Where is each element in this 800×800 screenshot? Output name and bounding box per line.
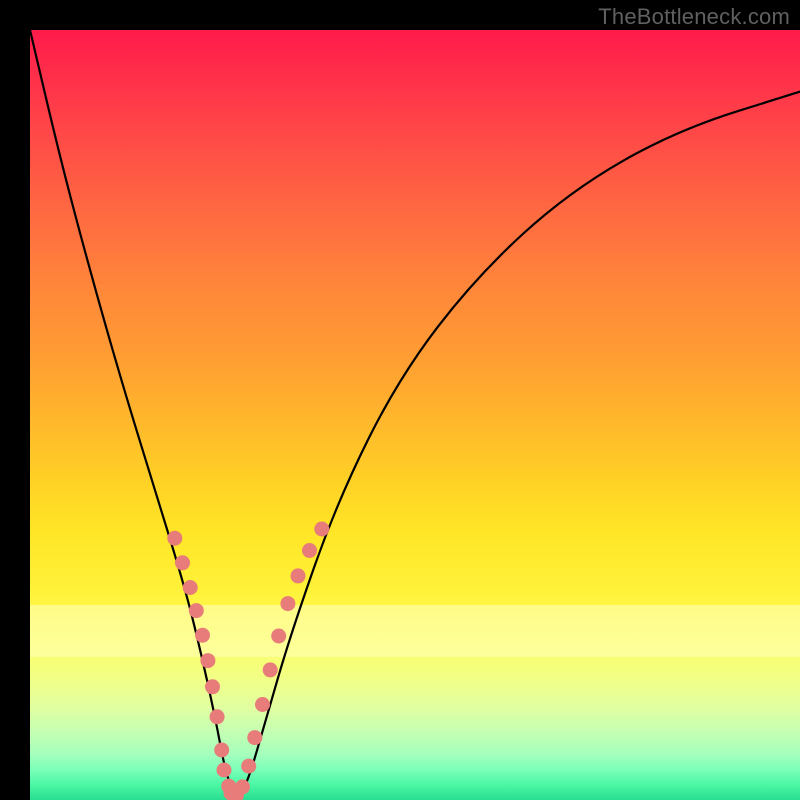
scatter-dot xyxy=(183,580,198,595)
scatter-dot xyxy=(241,759,256,774)
scatter-dot xyxy=(280,596,295,611)
scatter-dot xyxy=(189,603,204,618)
scatter-dot xyxy=(255,697,270,712)
scatter-group xyxy=(167,522,329,800)
scatter-dot xyxy=(271,629,286,644)
scatter-dot xyxy=(205,679,220,694)
scatter-dot xyxy=(175,555,190,570)
scatter-dot xyxy=(314,522,329,537)
plot-area xyxy=(30,30,800,800)
bottleneck-curve xyxy=(30,30,800,794)
scatter-dot xyxy=(195,628,210,643)
scatter-dot xyxy=(247,730,262,745)
chart-stage: TheBottleneck.com xyxy=(0,0,800,800)
scatter-dot xyxy=(263,662,278,677)
scatter-dot xyxy=(210,709,225,724)
watermark-text: TheBottleneck.com xyxy=(598,4,790,30)
scatter-dot xyxy=(217,763,232,778)
scatter-dot xyxy=(302,543,317,558)
scatter-dot xyxy=(214,743,229,758)
scatter-dot xyxy=(235,779,250,794)
scatter-dot xyxy=(167,531,182,546)
scatter-dot xyxy=(291,568,306,583)
scatter-dot xyxy=(200,653,215,668)
chart-svg xyxy=(30,30,800,800)
